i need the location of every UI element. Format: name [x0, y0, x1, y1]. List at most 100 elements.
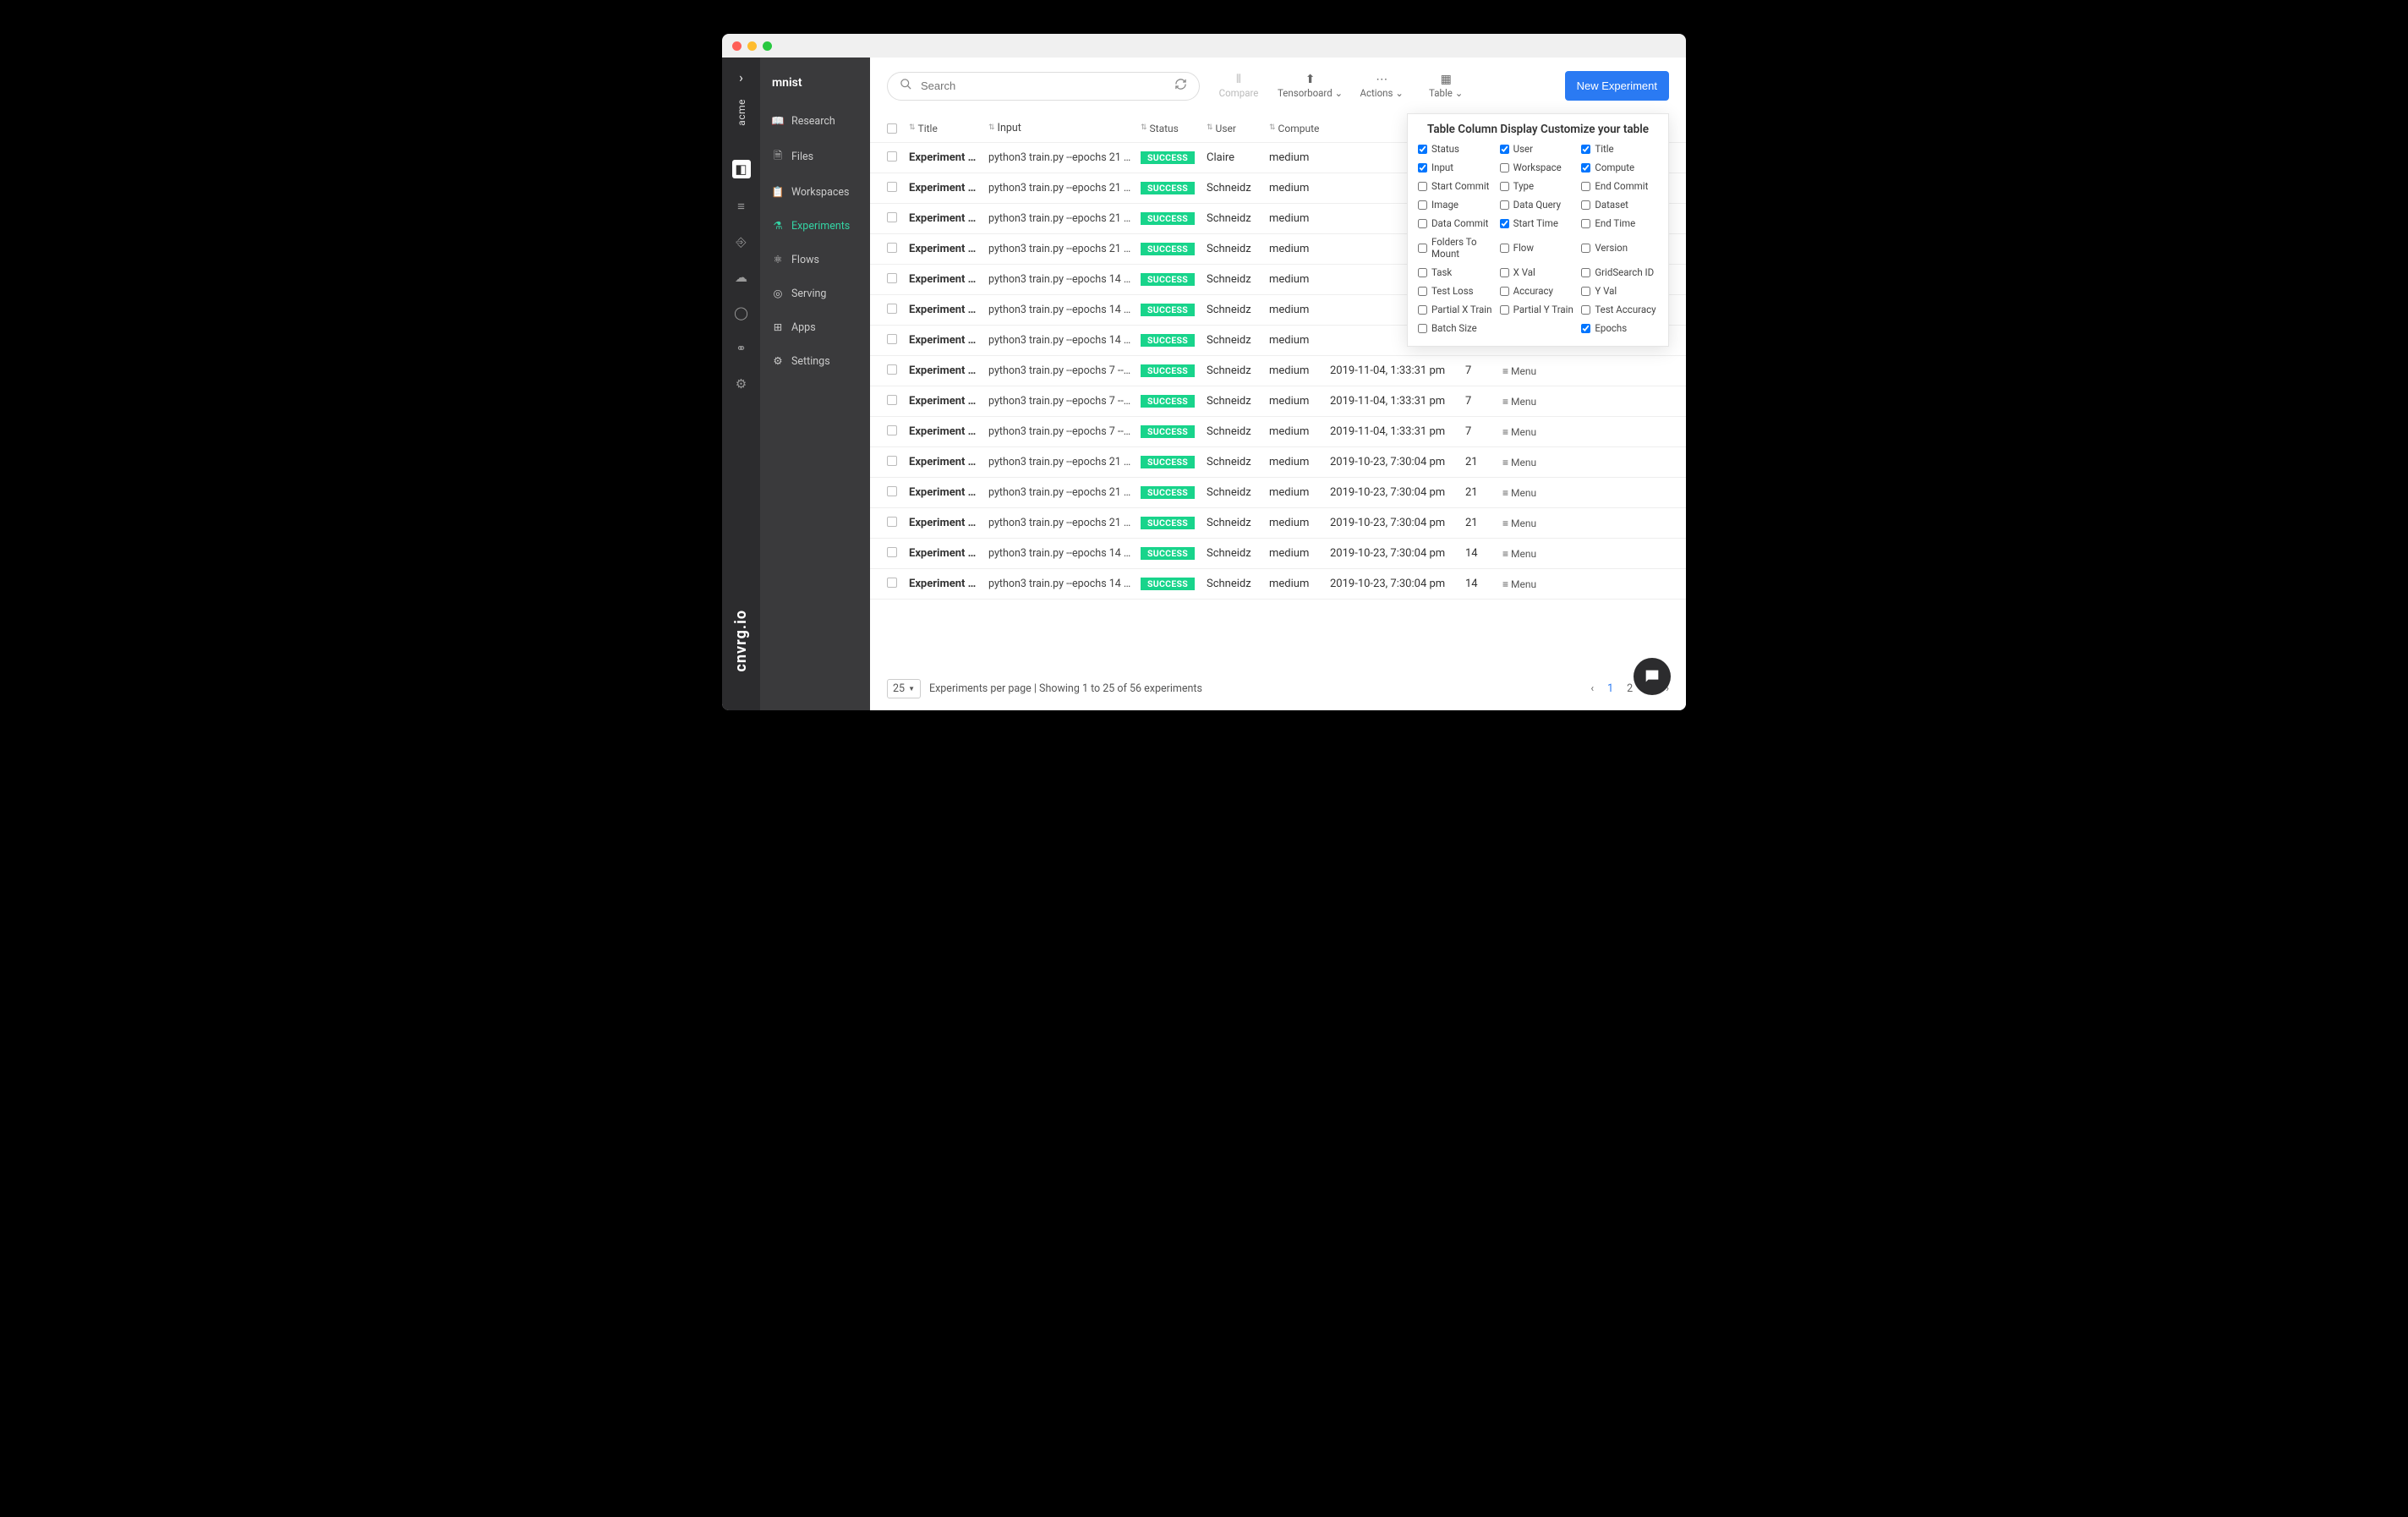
column-option-epochs[interactable]: Epochs — [1581, 322, 1658, 334]
column-option-data-commit[interactable]: Data Commit — [1418, 217, 1495, 229]
column-option-flow[interactable]: Flow — [1500, 236, 1577, 260]
column-checkbox[interactable] — [1418, 200, 1427, 210]
row-menu[interactable]: ≡ Menu — [1502, 578, 1550, 590]
nav-item-flows[interactable]: ⚛Flows — [760, 243, 870, 277]
column-checkbox[interactable] — [1581, 244, 1590, 253]
row-checkbox[interactable] — [887, 486, 897, 496]
column-option-version[interactable]: Version — [1581, 236, 1658, 260]
column-checkbox[interactable] — [1418, 268, 1427, 277]
table-row[interactable]: Experiment 74python3 train.py --epochs 2… — [870, 508, 1686, 539]
column-checkbox[interactable] — [1581, 145, 1590, 154]
row-checkbox[interactable] — [887, 425, 897, 435]
search-box[interactable] — [887, 72, 1200, 101]
nav-item-files[interactable]: 🗎Files — [760, 138, 870, 176]
column-checkbox[interactable] — [1500, 244, 1509, 253]
column-option-dataset[interactable]: Dataset — [1581, 199, 1658, 211]
column-option-title[interactable]: Title — [1581, 143, 1658, 155]
column-checkbox[interactable] — [1500, 219, 1509, 228]
table-row[interactable]: Experiment 78python3 train.py --epochs 7… — [870, 386, 1686, 417]
column-option-workspace[interactable]: Workspace — [1500, 162, 1577, 173]
row-checkbox[interactable] — [887, 578, 897, 588]
row-checkbox[interactable] — [887, 212, 897, 222]
search-input[interactable] — [921, 79, 1166, 92]
nav-item-serving[interactable]: ◎Serving — [760, 277, 870, 310]
column-option-test-loss[interactable]: Test Loss — [1418, 285, 1495, 297]
column-checkbox[interactable] — [1581, 268, 1590, 277]
col-title[interactable]: ⇅Title — [909, 123, 988, 134]
column-checkbox[interactable] — [1418, 219, 1427, 228]
column-checkbox[interactable] — [1418, 324, 1427, 333]
nav-item-experiments[interactable]: ⚗Experiments — [760, 209, 870, 243]
column-option-test-accuracy[interactable]: Test Accuracy — [1581, 304, 1658, 315]
rail-icon-project[interactable]: ◧ — [732, 160, 751, 178]
rail-icon-library[interactable]: ⎆ — [734, 234, 749, 249]
column-checkbox[interactable] — [1418, 305, 1427, 315]
column-checkbox[interactable] — [1500, 163, 1509, 173]
column-option-start-commit[interactable]: Start Commit — [1418, 180, 1495, 192]
column-option-end-commit[interactable]: End Commit — [1581, 180, 1658, 192]
row-menu[interactable]: ≡ Menu — [1502, 396, 1550, 408]
column-checkbox[interactable] — [1500, 182, 1509, 191]
column-checkbox[interactable] — [1418, 287, 1427, 296]
column-checkbox[interactable] — [1500, 305, 1509, 315]
column-option-user[interactable]: User — [1500, 143, 1577, 155]
row-checkbox[interactable] — [887, 364, 897, 375]
column-checkbox[interactable] — [1500, 145, 1509, 154]
column-option-batch-size[interactable]: Batch Size — [1418, 322, 1495, 334]
col-input[interactable]: ⇅Input — [988, 122, 1141, 134]
col-compute[interactable]: ⇅Compute — [1269, 123, 1330, 134]
row-checkbox[interactable] — [887, 547, 897, 557]
table-row[interactable]: Experiment 72python3 train.py --epochs 1… — [870, 569, 1686, 600]
column-option-accuracy[interactable]: Accuracy — [1500, 285, 1577, 297]
col-user[interactable]: ⇅User — [1207, 123, 1269, 134]
column-option-x-val[interactable]: X Val — [1500, 266, 1577, 278]
column-option-partial-y-train[interactable]: Partial Y Train — [1500, 304, 1577, 315]
row-checkbox[interactable] — [887, 334, 897, 344]
column-option-task[interactable]: Task — [1418, 266, 1495, 278]
column-checkbox[interactable] — [1418, 244, 1427, 253]
rail-icon-compute[interactable]: ◯ — [734, 305, 749, 320]
column-option-compute[interactable]: Compute — [1581, 162, 1658, 173]
column-option-image[interactable]: Image — [1418, 199, 1495, 211]
page-1[interactable]: 1 — [1607, 682, 1613, 695]
col-status[interactable]: ⇅Status — [1141, 123, 1207, 134]
table-button[interactable]: ▦ Table ⌄ — [1420, 73, 1471, 99]
row-checkbox[interactable] — [887, 182, 897, 192]
rail-icon-users[interactable]: ⚭ — [734, 341, 749, 356]
column-option-status[interactable]: Status — [1418, 143, 1495, 155]
column-checkbox[interactable] — [1500, 200, 1509, 210]
zoom-dot[interactable] — [763, 41, 772, 51]
column-option-y-val[interactable]: Y Val — [1581, 285, 1658, 297]
column-checkbox[interactable] — [1581, 200, 1590, 210]
perpage-select[interactable]: 25 ▼ — [887, 679, 921, 698]
row-menu[interactable]: ≡ Menu — [1502, 426, 1550, 438]
row-checkbox[interactable] — [887, 456, 897, 466]
row-menu[interactable]: ≡ Menu — [1502, 457, 1550, 468]
nav-item-workspaces[interactable]: 📋Workspaces — [760, 176, 870, 209]
column-checkbox[interactable] — [1418, 163, 1427, 173]
expand-icon[interactable]: › — [739, 58, 743, 92]
row-checkbox[interactable] — [887, 517, 897, 527]
chat-launcher[interactable] — [1634, 658, 1671, 695]
row-checkbox[interactable] — [887, 395, 897, 405]
column-checkbox[interactable] — [1500, 268, 1509, 277]
select-all-checkbox[interactable] — [887, 123, 897, 134]
close-dot[interactable] — [732, 41, 742, 51]
row-checkbox[interactable] — [887, 304, 897, 314]
column-option-start-time[interactable]: Start Time — [1500, 217, 1577, 229]
row-menu[interactable]: ≡ Menu — [1502, 365, 1550, 377]
table-row[interactable]: Experiment 73python3 train.py --epochs 1… — [870, 539, 1686, 569]
tensorboard-button[interactable]: ⬆ Tensorboard ⌄ — [1278, 73, 1343, 99]
page-2[interactable]: 2 — [1627, 682, 1633, 695]
refresh-icon[interactable] — [1174, 78, 1187, 94]
row-menu[interactable]: ≡ Menu — [1502, 548, 1550, 560]
rail-icon-cloud[interactable]: ☁ — [734, 270, 749, 285]
column-checkbox[interactable] — [1581, 324, 1590, 333]
column-checkbox[interactable] — [1581, 182, 1590, 191]
row-checkbox[interactable] — [887, 151, 897, 162]
column-option-type[interactable]: Type — [1500, 180, 1577, 192]
row-checkbox[interactable] — [887, 243, 897, 253]
column-option-folders-to-mount[interactable]: Folders To Mount — [1418, 236, 1495, 260]
nav-item-apps[interactable]: ⊞Apps — [760, 310, 870, 344]
column-option-input[interactable]: Input — [1418, 162, 1495, 173]
